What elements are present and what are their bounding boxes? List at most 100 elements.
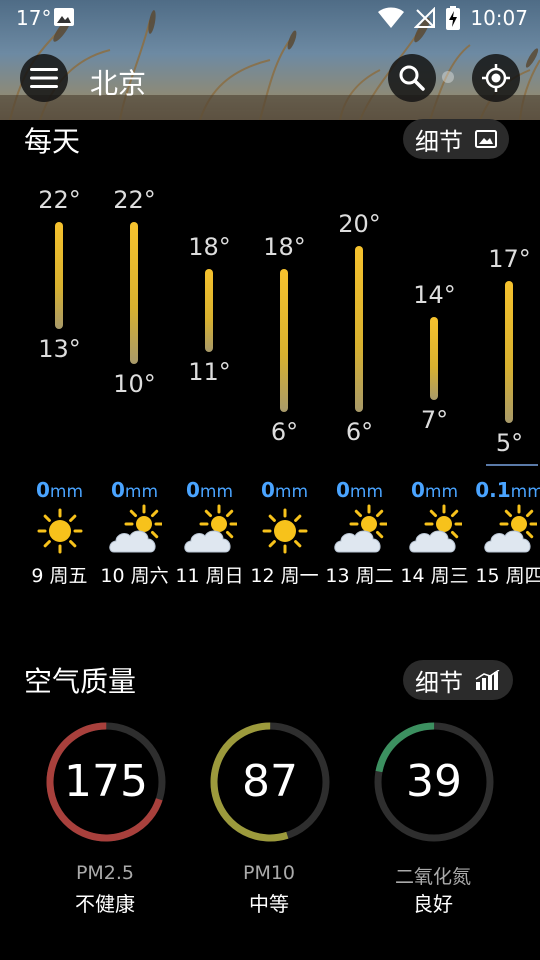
daily-detail-button[interactable]: 细节 (403, 119, 509, 159)
precipitation: 0mm (22, 478, 97, 502)
cloud-shape (484, 530, 531, 553)
temperature-range-bar (205, 269, 213, 353)
precipitation: 0mm (247, 478, 322, 502)
status-bar: 17° 10:07 (0, 0, 540, 36)
day-low-temperature: 7° (420, 405, 449, 434)
daily-forecast[interactable]: 22° 13° 0mm 9 周五 22° 10° 0mm 10 周六 18° 11° 0mm 11 周… (0, 168, 540, 588)
day-high-temperature: 18° (188, 233, 231, 262)
selected-day-indicator (486, 464, 538, 466)
day-column[interactable]: 17° 5° 0.1mm 15 周四 (472, 168, 540, 588)
cloud-shape (409, 530, 456, 553)
precipitation-unit: mm (49, 482, 84, 502)
day-label: 10 周六 (100, 565, 169, 587)
sunny-icon (262, 508, 308, 554)
precipitation-value: 0 (410, 478, 425, 502)
day-label: 14 周三 (400, 565, 469, 587)
page-indicator-dot (442, 71, 454, 83)
cloud-shape (109, 530, 156, 553)
temperature-range-bar (430, 316, 438, 400)
partly-cloudy-icon (109, 504, 162, 553)
sun-shape (262, 508, 308, 554)
day-low-temperature: 6° (270, 417, 299, 446)
precipitation-unit: mm (424, 482, 459, 502)
day-label: 15 周四 (475, 565, 540, 587)
day-high-temperature: 14° (413, 280, 456, 309)
image-notification-icon (54, 8, 74, 26)
day-label: 12 周一 (250, 565, 319, 587)
locate-button[interactable] (472, 54, 520, 102)
day-column[interactable]: 22° 10° 0mm 10 周六 (97, 168, 172, 588)
day-column[interactable]: 18° 6° 0mm 12 周一 (247, 168, 322, 588)
day-column[interactable]: 18° 11° 0mm 11 周日 (172, 168, 247, 588)
precipitation-value: 0 (185, 478, 200, 502)
day-label: 11 周日 (175, 565, 244, 587)
menu-button[interactable] (20, 54, 68, 102)
cloud-shape (184, 530, 231, 553)
partly-cloudy-icon (409, 504, 462, 553)
day-high-temperature: 22° (38, 186, 81, 214)
battery-charging-icon (446, 6, 461, 30)
day-low-temperature: 5° (495, 429, 524, 458)
cloud-shape (334, 530, 381, 553)
precipitation-value: 0 (335, 478, 350, 502)
air-quality-gauge[interactable]: 175 (44, 720, 168, 844)
app-bar: 北京 (0, 50, 540, 110)
day-high-temperature: 22° (113, 186, 156, 214)
precipitation-value: 0 (35, 478, 50, 502)
day-column[interactable]: 14° 7° 0mm 14 周三 (397, 168, 472, 588)
day-low-temperature: 6° (345, 417, 374, 446)
day-high-temperature: 20° (338, 209, 381, 238)
precipitation-value: 0.1 (475, 478, 511, 502)
day-label: 9 周五 (31, 565, 88, 587)
status-temperature: 17° (16, 6, 52, 30)
precipitation-unit: mm (349, 482, 384, 502)
pollutant-name: 二氧化氮 (394, 866, 471, 888)
pollutant-name: PM10 (242, 862, 296, 884)
day-high-temperature: 18° (263, 233, 306, 262)
daily-detail-label: 细节 (415, 127, 463, 156)
precipitation: 0mm (172, 478, 247, 502)
pollutant-level: 中等 (249, 892, 289, 916)
pollutant-name: PM2.5 (75, 862, 135, 884)
partly-cloudy-icon (484, 504, 537, 553)
gauge-value: 87 (242, 756, 298, 807)
search-button[interactable] (388, 54, 436, 102)
day-column[interactable]: 20° 6° 0mm 13 周二 (322, 168, 397, 588)
temperature-range-bar (55, 222, 63, 329)
hamburger-menu-icon (30, 68, 58, 88)
air-quality-gauge[interactable]: 87 (208, 720, 332, 844)
precipitation: 0.1mm (472, 478, 540, 502)
daily-title: 每天 (24, 125, 81, 158)
air-quality-gauge[interactable]: 39 (372, 720, 496, 844)
air-quality-detail-button[interactable]: 细节 (403, 660, 513, 700)
air-quality-title: 空气质量 (24, 665, 137, 698)
day-low-temperature: 11° (188, 358, 231, 387)
image-icon (475, 130, 497, 148)
wifi-icon (378, 7, 405, 28)
precipitation: 0mm (322, 478, 397, 502)
sun-shape (37, 508, 83, 554)
temperature-range-bar (130, 222, 138, 365)
precipitation-value: 0 (110, 478, 125, 502)
precipitation-unit: mm (510, 482, 540, 502)
pollutant-level: 不健康 (75, 892, 135, 916)
chart-icon (475, 670, 500, 690)
day-label: 13 周二 (325, 565, 394, 587)
precipitation: 0mm (397, 478, 472, 502)
partly-cloudy-icon (334, 504, 387, 553)
partly-cloudy-icon (184, 504, 237, 553)
gps-locate-icon (482, 64, 510, 92)
temperature-range-bar (280, 269, 288, 412)
city-name[interactable]: 北京 (90, 62, 146, 102)
day-low-temperature: 10° (113, 370, 156, 399)
status-time: 10:07 (470, 6, 528, 30)
gauge-value: 175 (64, 756, 148, 807)
temperature-range-bar (355, 245, 363, 412)
day-low-temperature: 13° (38, 334, 81, 363)
day-column[interactable]: 22° 13° 0mm 9 周五 (22, 168, 97, 588)
air-quality-detail-label: 细节 (415, 668, 463, 697)
search-icon (399, 65, 425, 91)
gauge-value: 39 (406, 756, 462, 807)
precipitation-unit: mm (274, 482, 309, 502)
precipitation-unit: mm (124, 482, 159, 502)
